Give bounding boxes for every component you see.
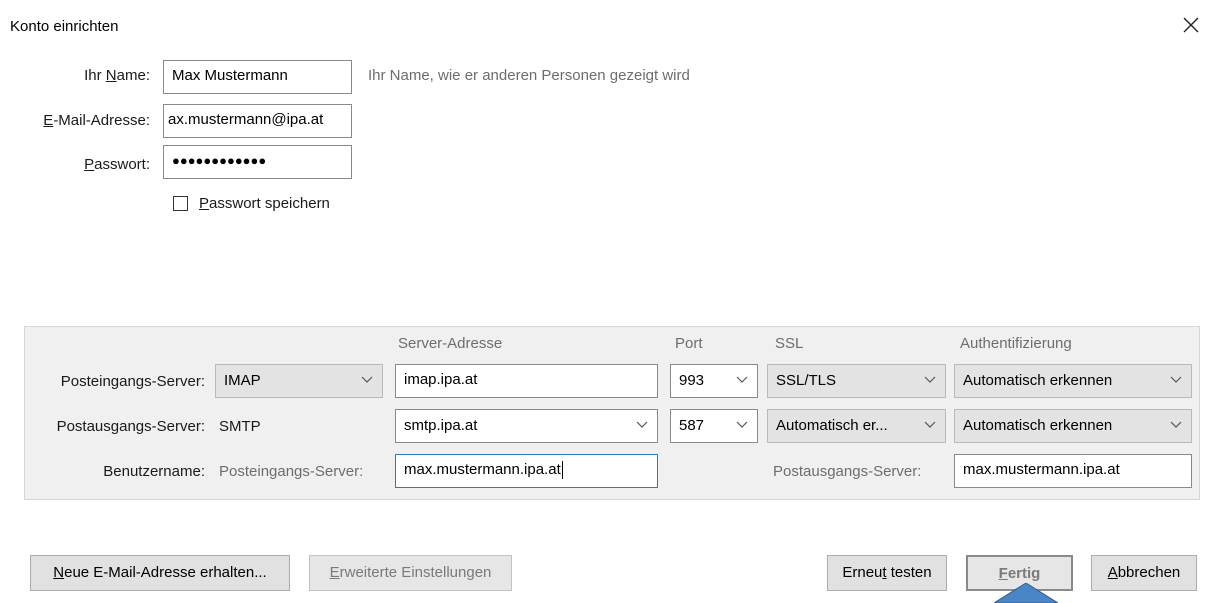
header-port: Port: [675, 335, 703, 352]
incoming-ssl-select[interactable]: SSL/TLS: [767, 364, 946, 398]
username-incoming-field[interactable]: max.mustermann.ipa.at: [395, 454, 658, 488]
incoming-port-select[interactable]: 993: [670, 364, 758, 398]
incoming-protocol-value: IMAP: [224, 372, 261, 389]
close-icon[interactable]: [1180, 14, 1202, 36]
email-label: E-Mail-Adresse:: [43, 112, 150, 129]
username-outgoing-label: Postausgangs-Server:: [773, 463, 922, 480]
outgoing-server-address-value: smtp.ipa.at: [404, 417, 478, 434]
chevron-down-icon: [736, 376, 748, 383]
header-ssl: SSL: [775, 335, 804, 352]
advanced-settings-button[interactable]: Erweiterte Einstellungen: [309, 555, 512, 591]
name-hint: Ihr Name, wie er anderen Personen gezeig…: [368, 67, 690, 84]
outgoing-auth-value: Automatisch erkennen: [963, 417, 1113, 434]
password-label: Passwort:: [84, 156, 150, 173]
outgoing-port-value: 587: [679, 417, 705, 434]
username-incoming-value: max.mustermann.ipa.at: [404, 461, 561, 478]
incoming-auth-select[interactable]: Automatisch erkennen: [954, 364, 1192, 398]
window-title: Konto einrichten: [10, 18, 119, 35]
incoming-ssl-value: SSL/TLS: [776, 372, 837, 389]
header-server-address: Server-Adresse: [398, 335, 503, 352]
save-password-label[interactable]: Passwort speichern: [199, 195, 330, 212]
email-field[interactable]: ax.mustermann@ipa.at: [163, 104, 352, 138]
chevron-down-icon: [924, 421, 936, 428]
incoming-server-label: Posteingangs-Server:: [60, 373, 205, 390]
outgoing-server-address-select[interactable]: smtp.ipa.at: [395, 409, 658, 443]
pointer-arrow-icon: [994, 583, 1058, 603]
name-field[interactable]: Max Mustermann: [163, 60, 352, 94]
password-field[interactable]: ●●●●●●●●●●●●: [163, 145, 352, 179]
title-bar: [0, 0, 1215, 38]
incoming-server-address-field[interactable]: imap.ipa.at: [395, 364, 658, 398]
outgoing-protocol: SMTP: [219, 418, 261, 435]
incoming-port-value: 993: [679, 372, 705, 389]
chevron-down-icon: [924, 376, 936, 383]
username-outgoing-field[interactable]: max.mustermann.ipa.at: [954, 454, 1192, 488]
outgoing-server-label: Postausgangs-Server:: [56, 418, 205, 435]
chevron-down-icon: [636, 421, 648, 428]
chevron-down-icon: [361, 376, 373, 383]
retest-button[interactable]: Erneut testen: [827, 555, 947, 591]
incoming-protocol-select[interactable]: IMAP: [215, 364, 383, 398]
username-label: Benutzername:: [103, 463, 205, 480]
text-caret: [561, 461, 563, 480]
outgoing-ssl-value: Automatisch er...: [776, 417, 888, 434]
get-new-email-button[interactable]: Neue E-Mail-Adresse erhalten...: [30, 555, 290, 591]
chevron-down-icon: [1170, 421, 1182, 428]
chevron-down-icon: [736, 421, 748, 428]
save-password-checkbox[interactable]: [173, 196, 188, 211]
outgoing-auth-select[interactable]: Automatisch erkennen: [954, 409, 1192, 443]
username-incoming-label: Posteingangs-Server:: [219, 463, 364, 480]
outgoing-ssl-select[interactable]: Automatisch er...: [767, 409, 946, 443]
header-authentication: Authentifizierung: [960, 335, 1072, 352]
cancel-button[interactable]: Abbrechen: [1091, 555, 1197, 591]
chevron-down-icon: [1170, 376, 1182, 383]
incoming-auth-value: Automatisch erkennen: [963, 372, 1113, 389]
outgoing-port-select[interactable]: 587: [670, 409, 758, 443]
name-label: Ihr Name:: [84, 67, 150, 84]
